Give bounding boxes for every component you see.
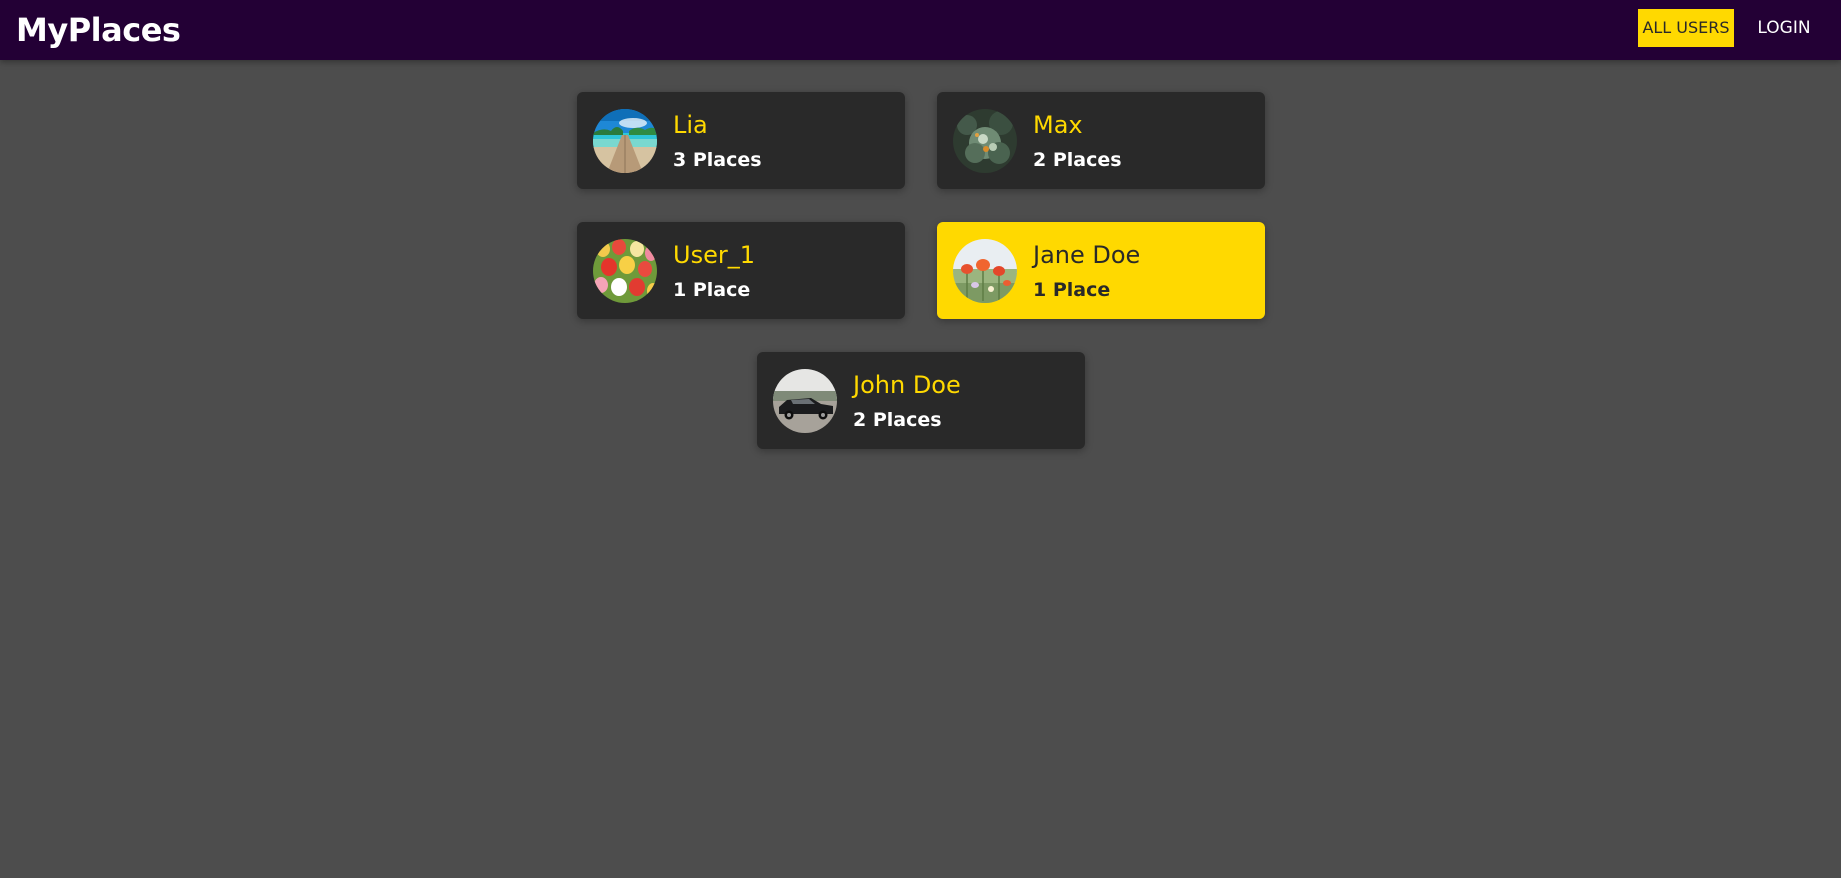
user-avatar: [593, 239, 657, 303]
user-avatar: [953, 109, 1017, 173]
app-logo-title[interactable]: MyPlaces: [16, 10, 181, 50]
forest-bush-photo: [953, 109, 1017, 173]
user-name: John Doe: [853, 371, 961, 399]
user-card[interactable]: John Doe 2 Places: [757, 352, 1085, 449]
user-avatar: [593, 109, 657, 173]
user-place-count: 3 Places: [673, 149, 762, 171]
nav-login-link[interactable]: LOGIN: [1752, 9, 1816, 47]
user-name: Max: [1033, 111, 1083, 139]
user-avatar: [773, 369, 837, 433]
user-card[interactable]: User_1 1 Place: [577, 222, 905, 319]
poppies-photo: [953, 239, 1017, 303]
user-card[interactable]: Lia 3 Places: [577, 92, 905, 189]
user-place-count: 1 Place: [673, 279, 751, 301]
user-name: User_1: [673, 241, 755, 269]
main-header: MyPlaces ALL USERS LOGIN: [0, 0, 1841, 60]
user-place-count: 1 Place: [1033, 279, 1111, 301]
classic-car-photo: [773, 369, 837, 433]
user-name: Jane Doe: [1033, 241, 1141, 269]
user-card[interactable]: Max 2 Places: [937, 92, 1265, 189]
tulips-photo: [593, 239, 657, 303]
user-place-count: 2 Places: [1033, 149, 1122, 171]
nav-all-users-link[interactable]: ALL USERS: [1638, 9, 1734, 47]
user-card-selected[interactable]: Jane Doe 1 Place: [937, 222, 1265, 319]
user-place-count: 2 Places: [853, 409, 942, 431]
user-avatar: [953, 239, 1017, 303]
beach-pier-photo: [593, 109, 657, 173]
user-name: Lia: [673, 111, 708, 139]
